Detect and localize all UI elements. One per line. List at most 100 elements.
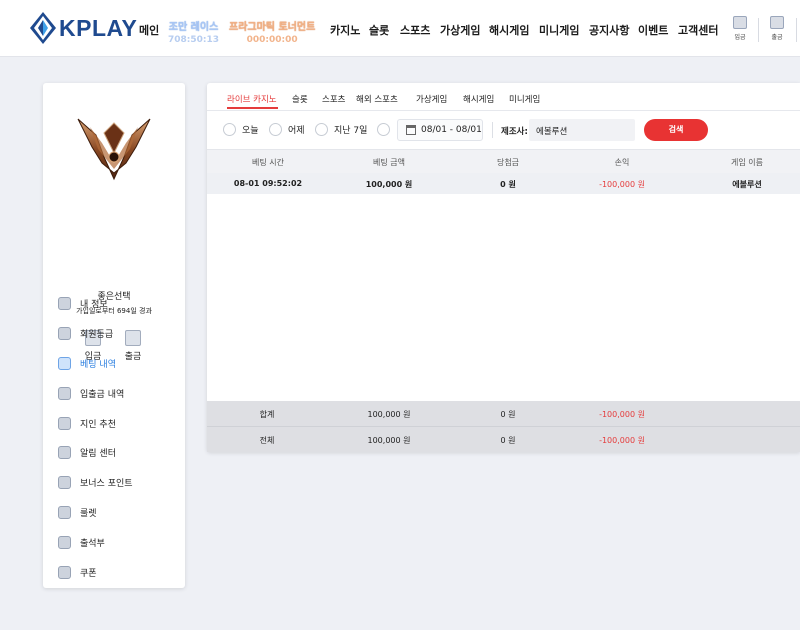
total-label: 전체 [259,436,275,445]
provider-select[interactable]: 에볼루션 [529,119,635,141]
logo[interactable]: KPLAY [30,12,137,44]
table-subtotal-row: 합계 100,000 원 0 원 -100,000 원 [207,401,800,427]
tab-slot[interactable]: 슬롯 [292,93,308,105]
sidebar-item-label: 알림 센터 [80,448,116,459]
sidebar-item-label: 쿠폰 [80,568,97,579]
radio-today-label: 오늘 [242,126,259,136]
notification-icon [58,445,71,459]
bonus-point-icon [58,475,71,489]
subtotal-bet-amount: 100,000 원 [367,410,411,419]
sidebar-item-label: 베팅 내역 [80,359,116,370]
subtotal-winnings: 0 원 [500,410,516,419]
betting-history-icon [58,356,71,370]
sidebar-item-referral[interactable]: 지인 추천 [58,414,178,432]
sidebar-item-label: 회원등급 [80,329,114,340]
nav-mini-game[interactable]: 미니게임 [539,22,579,38]
sidebar-item-label: 입출금 내역 [80,389,125,400]
sidebar-item-roulette[interactable]: 룰렛 [58,503,178,521]
table-total-row: 전체 100,000 원 0 원 -100,000 원 [207,427,800,452]
sidebar-item-attendance[interactable]: 출석부 [58,533,178,551]
nav-hash-game[interactable]: 해시게임 [489,22,529,38]
column-header-bet-time: 베팅 시간 [252,158,284,167]
nav-promo-tournament[interactable]: 프라그마틱 토너먼트 000:00:00 [229,21,315,47]
sidebar-item-betting-history[interactable]: 베팅 내역 [58,354,178,372]
date-range-picker[interactable]: 08/01 - 08/01 [397,119,483,141]
sidebar-item-member-grade[interactable]: 회원등급 [58,324,178,342]
nav-virtual-game[interactable]: 가상게임 [440,22,480,38]
nav-sports[interactable]: 스포츠 [400,22,430,38]
sidebar-item-notification-center[interactable]: 알림 센터 [58,443,178,461]
nav-promo-race[interactable]: 조만 레이스 708:50:13 [168,21,219,47]
attendance-icon [58,535,71,549]
column-header-game-name: 게임 이름 [731,158,763,167]
total-winnings: 0 원 [500,436,516,445]
sidebar-item-label: 지인 추천 [80,419,116,430]
radio-yesterday-label: 어제 [288,126,305,136]
search-button[interactable]: 검색 [644,119,708,141]
nav-event[interactable]: 이벤트 [638,22,668,38]
sidebar-item-label: 보너스 포인트 [80,478,133,489]
tab-mini-game[interactable]: 미니게임 [509,93,540,105]
radio-custom-range[interactable] [377,123,396,136]
roulette-icon [58,505,71,519]
radio-yesterday[interactable]: 어제 [269,123,305,136]
rank-emblem-icon [77,118,151,181]
filter-bar: 오늘 어제 지난 7일 08/01 - 08/01 제조사: 에볼루션 검색 [207,111,800,149]
total-profit-loss: -100,000 원 [599,436,645,445]
date-range-value: 08/01 - 08/01 [421,125,482,135]
header-divider [796,18,797,42]
tab-hash-game[interactable]: 해시게임 [463,93,494,105]
referral-icon [58,416,71,430]
radio-circle-icon [377,123,390,136]
radio-circle-icon [315,123,328,136]
tab-live-casino[interactable]: 라이브 카지노 [227,93,277,105]
sidebar-item-label: 출석부 [80,538,105,549]
column-header-winnings: 당첨금 [496,158,520,167]
total-bet-amount: 100,000 원 [367,436,411,445]
provider-label: 제조사: [501,127,528,137]
table-header: 베팅 시간 베팅 금액 당첨금 손익 게임 이름 [207,149,800,173]
header-withdraw-label: 출금 [771,34,783,41]
sidebar-item-bonus-point[interactable]: 보너스 포인트 [58,473,178,491]
header-divider [758,18,759,42]
promo-tournament-timer: 000:00:00 [246,35,298,45]
radio-last-7-days[interactable]: 지난 7일 [315,123,367,136]
nav-slot[interactable]: 슬롯 [369,22,389,38]
table-row[interactable]: 08-01 09:52:02 100,000 원 0 원 -100,000 원 … [207,173,800,194]
sidebar-item-coupon[interactable]: 쿠폰 [58,563,178,581]
promo-race-timer: 708:50:13 [168,35,220,45]
tab-virtual-game[interactable]: 가상게임 [416,93,447,105]
deposit-icon [733,16,747,29]
calendar-icon [406,125,416,135]
subtotal-profit-loss: -100,000 원 [599,410,645,419]
column-header-bet-amount: 베팅 금액 [373,158,405,167]
tab-overseas-sports[interactable]: 해외 스포츠 [356,93,398,105]
nav-customer-center[interactable]: 고객센터 [678,22,718,38]
header-deposit-label: 입금 [734,34,746,41]
sidebar-item-my-info[interactable]: 내 정보 [58,294,178,312]
promo-race-title: 조만 레이스 [168,22,219,33]
filter-divider [492,122,493,138]
header-withdraw-button[interactable]: 출금 [763,16,791,41]
cell-bet-time: 08-01 09:52:02 [233,179,303,188]
withdraw-icon [770,16,784,29]
radio-circle-icon [269,123,282,136]
header-deposit-button[interactable]: 입금 [726,16,754,41]
sidebar-item-transaction-history[interactable]: 입출금 내역 [58,384,178,402]
subtotal-label: 합계 [259,410,275,419]
cell-winnings: 0 원 [500,180,516,189]
nav-main[interactable]: 메인 [139,22,159,38]
tab-sports[interactable]: 스포츠 [322,93,345,105]
nav-casino[interactable]: 카지노 [330,22,360,38]
kplay-logo-icon [30,12,56,44]
radio-today[interactable]: 오늘 [223,123,259,136]
profile-sidebar: 좋은선택 가입일로부터 694일 경과 입금 출금 내 정보 회원등급 베팅 내… [43,83,185,588]
grade-icon [58,326,71,340]
cell-bet-amount: 100,000 원 [365,180,413,189]
radio-circle-icon [223,123,236,136]
sidebar-item-label: 룰렛 [80,508,97,519]
active-tab-underline [227,107,278,109]
top-header: KPLAY 메인 조만 레이스 708:50:13 프라그마틱 토너먼트 000… [0,0,800,57]
promo-tournament-title: 프라그마틱 토너먼트 [229,22,316,33]
nav-notice[interactable]: 공지사항 [589,22,629,38]
